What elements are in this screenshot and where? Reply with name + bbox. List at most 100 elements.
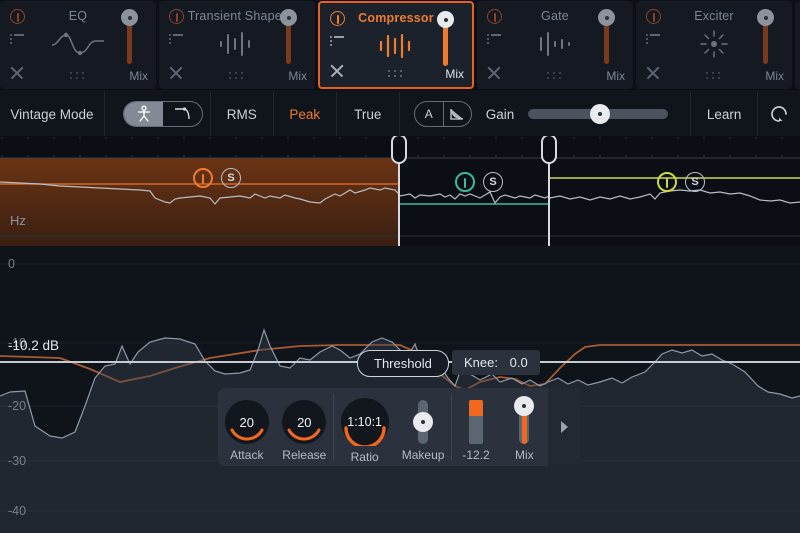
gain-slider-knob[interactable] [589, 104, 610, 124]
module-close-icon[interactable] [168, 65, 184, 81]
ab-mode-toggle[interactable]: A [400, 92, 486, 136]
attack-label: Attack [230, 448, 264, 462]
y-tick-0: 0 [8, 257, 15, 271]
band-controls-2[interactable]: S [455, 172, 503, 192]
control-toolbar: Vintage Mode RMS Peak True A Gain Learn [0, 92, 800, 136]
gain-label: Gain [485, 106, 515, 122]
module-tab-transient-shaper[interactable]: Transient Shaper Mix [159, 1, 315, 89]
module-drag-handle[interactable] [229, 72, 245, 80]
gain-slider[interactable] [514, 92, 692, 136]
makeup-label: Makeup [401, 448, 445, 462]
hz-axis-label: Hz [10, 213, 26, 228]
threshold-handle[interactable]: Threshold [357, 350, 449, 377]
mix-slider[interactable] [514, 396, 535, 444]
reduction-meter-value: -12.2 [462, 448, 490, 462]
vintage-person-icon[interactable] [124, 102, 164, 126]
band-controls-3[interactable]: S [657, 172, 705, 192]
exciter-star-icon [684, 29, 744, 59]
module-mix-fader[interactable] [280, 9, 297, 64]
ratio-label: Ratio [350, 450, 379, 464]
module-list-icon[interactable] [487, 34, 501, 46]
release-knob[interactable]: 20 [282, 400, 327, 444]
module-mix-label: Mix [765, 69, 784, 83]
module-mix-label: Mix [445, 67, 464, 81]
module-list-icon[interactable] [10, 34, 24, 46]
module-drag-handle[interactable] [388, 70, 404, 78]
module-close-icon[interactable] [486, 65, 502, 81]
y-tick-minus30: -30 [8, 454, 27, 468]
eq-curve-icon [48, 29, 108, 59]
release-label: Release [282, 448, 327, 462]
module-tab-compressor[interactable]: Compressor Mix [318, 1, 474, 89]
learn-button[interactable]: Learn [691, 92, 759, 136]
module-mix-fader[interactable] [437, 11, 454, 66]
vintage-mode-label: Vintage Mode [0, 92, 105, 136]
module-close-icon[interactable] [9, 65, 25, 81]
makeup-control[interactable]: Makeup [395, 392, 451, 462]
module-tab-eq[interactable]: EQ Mix [0, 1, 156, 89]
compressor-bars-icon [366, 31, 426, 61]
module-close-icon[interactable] [645, 65, 661, 81]
envelope-icon[interactable] [442, 102, 471, 126]
y-tick-minus20: -20 [8, 399, 27, 413]
module-mix-label: Mix [129, 69, 148, 83]
knee-label: Knee: [464, 355, 498, 370]
band-power-icon[interactable] [193, 168, 213, 188]
module-tab-next-partial[interactable] [795, 1, 800, 89]
release-value: 20 [297, 414, 312, 430]
gain-reduction-meter: -12.2 [452, 392, 500, 462]
module-mix-fader[interactable] [598, 9, 615, 64]
ratio-control[interactable]: 1:10:1 Ratio [334, 390, 395, 464]
module-mix-label: Mix [606, 69, 625, 83]
ratio-knob[interactable]: 1:10:1 [340, 398, 389, 446]
attack-knob[interactable]: 20 [224, 400, 269, 444]
knee-value: 0.0 [509, 355, 528, 370]
module-drag-handle[interactable] [70, 72, 86, 80]
band-divider-1[interactable] [391, 136, 407, 246]
expand-right-arrow-icon[interactable] [548, 388, 580, 466]
band-divider-2[interactable] [541, 136, 557, 246]
module-close-icon[interactable] [329, 63, 345, 79]
band-solo-button[interactable]: S [483, 172, 503, 192]
mix-slider-knob[interactable] [514, 396, 535, 416]
vintage-mode-toggle[interactable] [105, 92, 210, 136]
detection-mode-rms[interactable]: RMS [211, 92, 274, 136]
spectrum-band-display[interactable]: Hz S S S [0, 136, 800, 246]
module-tab-exciter[interactable]: Exciter Mix [636, 1, 792, 89]
module-mix-fader[interactable] [121, 9, 138, 64]
knee-control[interactable]: Knee: 0.0 [452, 350, 540, 375]
module-list-icon[interactable] [330, 36, 344, 48]
detection-mode-peak[interactable]: Peak [274, 92, 337, 136]
ratio-value: 1:10:1 [347, 415, 383, 429]
band-solo-button[interactable]: S [221, 168, 241, 188]
vintage-curve-icon[interactable] [163, 102, 202, 126]
module-mix-fader[interactable] [757, 9, 774, 64]
attack-control[interactable]: 20 Attack [218, 392, 276, 462]
module-list-icon[interactable] [169, 34, 183, 46]
mix-control[interactable]: Mix [500, 392, 548, 462]
module-tab-gate[interactable]: Gate Mix [477, 1, 633, 89]
mix-label: Mix [514, 448, 534, 462]
reduction-meter-bar [469, 400, 484, 444]
detection-mode-true[interactable]: True [337, 92, 400, 136]
release-control[interactable]: 20 Release [276, 392, 334, 462]
y-tick-minus40: -40 [8, 504, 27, 518]
plugin-window: EQ Mix Transient Shaper Mix Compressor M… [0, 0, 800, 533]
band-power-icon[interactable] [455, 172, 475, 192]
makeup-slider-knob[interactable] [413, 412, 434, 432]
module-strip: EQ Mix Transient Shaper Mix Compressor M… [0, 0, 800, 90]
module-list-icon[interactable] [646, 34, 660, 46]
compressor-parameter-panel: 20 Attack 20 Release 1:10:1 Ratio Makeup… [218, 388, 580, 466]
band-solo-button[interactable]: S [685, 172, 705, 192]
transient-bars-icon [207, 29, 267, 59]
makeup-slider[interactable] [413, 400, 434, 444]
reset-circle-arrow-icon[interactable] [758, 92, 800, 136]
band-controls-1[interactable]: S [193, 168, 241, 188]
band-power-icon[interactable] [657, 172, 677, 192]
attack-value: 20 [239, 414, 254, 430]
module-drag-handle[interactable] [706, 72, 722, 80]
ab-toggle-a[interactable]: A [415, 102, 443, 126]
threshold-db-readout: -10.2 dB [8, 338, 60, 353]
module-drag-handle[interactable] [547, 72, 563, 80]
gate-bars-icon [525, 29, 585, 59]
